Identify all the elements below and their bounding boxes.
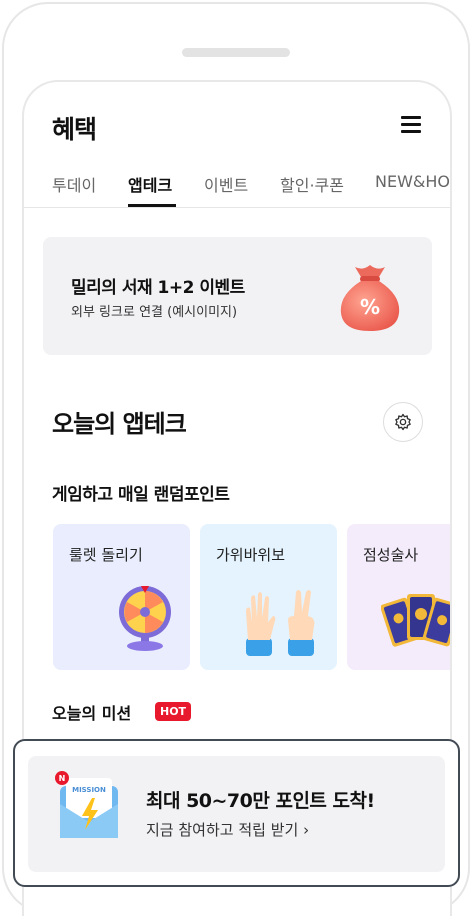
game-card-rock-paper-scissors[interactable]: 가위바위보 <box>200 524 337 670</box>
settings-button[interactable] <box>383 402 423 442</box>
banner-title: 밀리의 서재 1+2 이벤트 <box>71 278 245 298</box>
tab-discount-coupon[interactable]: 할인·쿠폰 <box>280 172 344 196</box>
game-card-roulette[interactable]: 룰렛 돌리기 <box>53 524 190 670</box>
tab-apptech[interactable]: 앱테크 <box>128 172 172 196</box>
roulette-wheel-icon <box>119 586 171 651</box>
hamburger-menu-icon[interactable] <box>401 116 423 134</box>
active-tab-indicator <box>128 204 176 207</box>
games-section-title: 게임하고 매일 랜덤포인트 <box>52 485 230 505</box>
game-label: 가위바위보 <box>216 546 286 564</box>
page-title: 혜택 <box>52 115 97 144</box>
missions-section-title: 오늘의 미션 <box>52 704 132 723</box>
apptech-section-title: 오늘의 앱테크 <box>52 410 187 438</box>
banner-subtitle: 외부 링크로 연결 (예시이미지) <box>71 305 238 320</box>
tarot-cards-icon <box>381 594 450 647</box>
mission-subtitle-link[interactable]: 지금 참여하고 적립 받기 › <box>146 819 309 840</box>
tab-today[interactable]: 투데이 <box>52 172 96 196</box>
mission-envelope-icon: MISSION N <box>55 771 118 838</box>
svg-text:%: % <box>360 295 380 319</box>
game-label: 점성술사 <box>363 546 419 564</box>
new-badge-letter: N <box>59 774 66 783</box>
hands-icon <box>246 590 315 656</box>
money-bag-icon: % <box>340 265 400 331</box>
phone-speaker <box>182 48 290 57</box>
envelope-text: MISSION <box>72 786 106 794</box>
tab-event[interactable]: 이벤트 <box>204 172 248 196</box>
tab-bar: 투데이 앱테크 이벤트 할인·쿠폰 NEW&HOT <box>24 162 450 208</box>
gear-icon <box>395 413 411 431</box>
game-card-tarot[interactable]: 점성술사 <box>347 524 450 670</box>
mission-title: 최대 50~70만 포인트 도착! <box>146 790 375 812</box>
tab-new-hot[interactable]: NEW&HOT <box>375 172 450 191</box>
mission-card[interactable]: MISSION N 최대 50~70만 포인트 도착! 지금 참여하고 적립 받… <box>28 756 445 872</box>
hot-badge: HOT <box>155 702 192 721</box>
game-label: 룰렛 돌리기 <box>69 546 143 564</box>
event-banner[interactable]: 밀리의 서재 1+2 이벤트 외부 링크로 연결 (예시이미지) % <box>43 237 432 355</box>
header: 혜택 <box>24 82 450 162</box>
